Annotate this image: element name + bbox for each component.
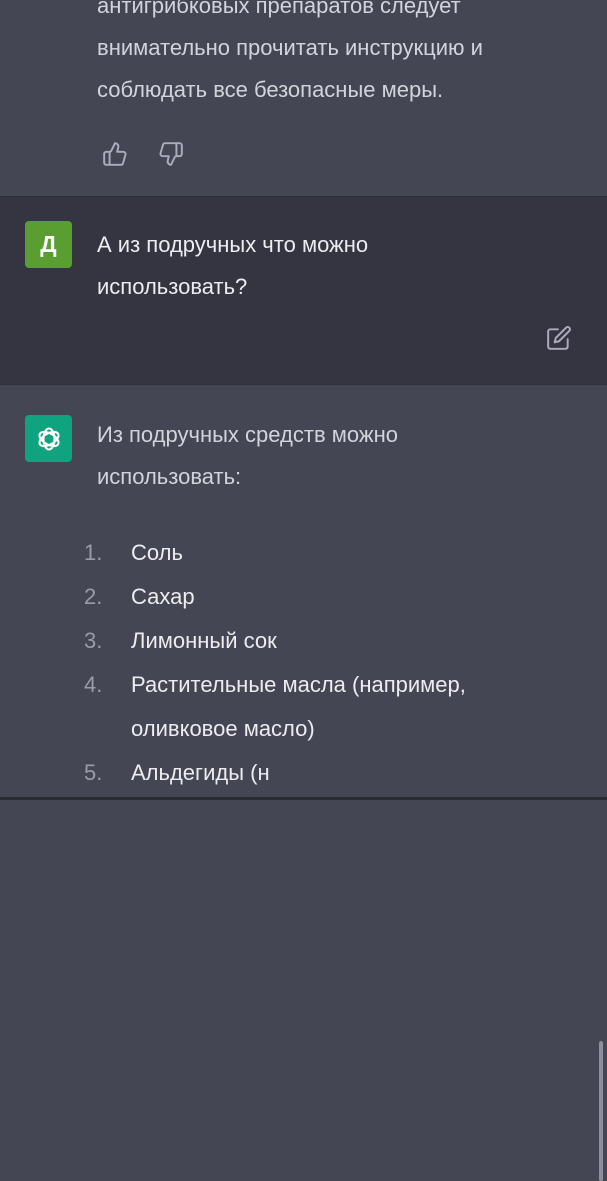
previous-answer-text: антигрибковых препаратов следует внимате… [97, 0, 483, 102]
list-item-text: Альдегиды (н [131, 760, 270, 785]
edit-icon[interactable] [546, 325, 572, 351]
user-avatar: Д [25, 221, 72, 268]
list-item-text: Лимонный сок [131, 628, 277, 653]
list-item-text: Соль [131, 540, 183, 565]
answer-list: 1. Соль 2. Сахар 3. Лимонный сок 4. Раст… [84, 531, 564, 795]
list-item-number: 5. [84, 760, 103, 785]
list-item: 3. Лимонный сок [84, 619, 564, 663]
thumbs-down-icon[interactable] [158, 141, 184, 167]
list-item-number: 3. [84, 628, 103, 653]
assistant-intro-text: Из подручных средств можно использовать: [97, 422, 398, 489]
list-item-number: 2. [84, 584, 103, 609]
list-item: 2. Сахар [84, 575, 564, 619]
list-item: 5. Альдегиды (н [84, 751, 564, 795]
list-item: 1. Соль [84, 531, 564, 575]
scrollbar[interactable] [599, 1041, 603, 1181]
user-message: Д А из подручных что можно использовать? [0, 196, 607, 385]
list-item-number: 4. [84, 672, 103, 697]
assistant-message: Из подручных средств можно использовать:… [0, 385, 607, 1181]
list-item: 4. Растительные масла (например, оливков… [84, 663, 564, 751]
previous-assistant-message: антигрибковых препаратов следует внимате… [0, 0, 607, 196]
thumbs-up-icon[interactable] [102, 141, 128, 167]
list-item-text: Сахар [131, 584, 195, 609]
chatgpt-logo-icon [25, 415, 72, 462]
list-item-text: Растительные масла (например, оливковое … [131, 672, 466, 741]
list-item-number: 1. [84, 540, 103, 565]
user-message-text: А из подручных что можно использовать? [97, 232, 369, 299]
